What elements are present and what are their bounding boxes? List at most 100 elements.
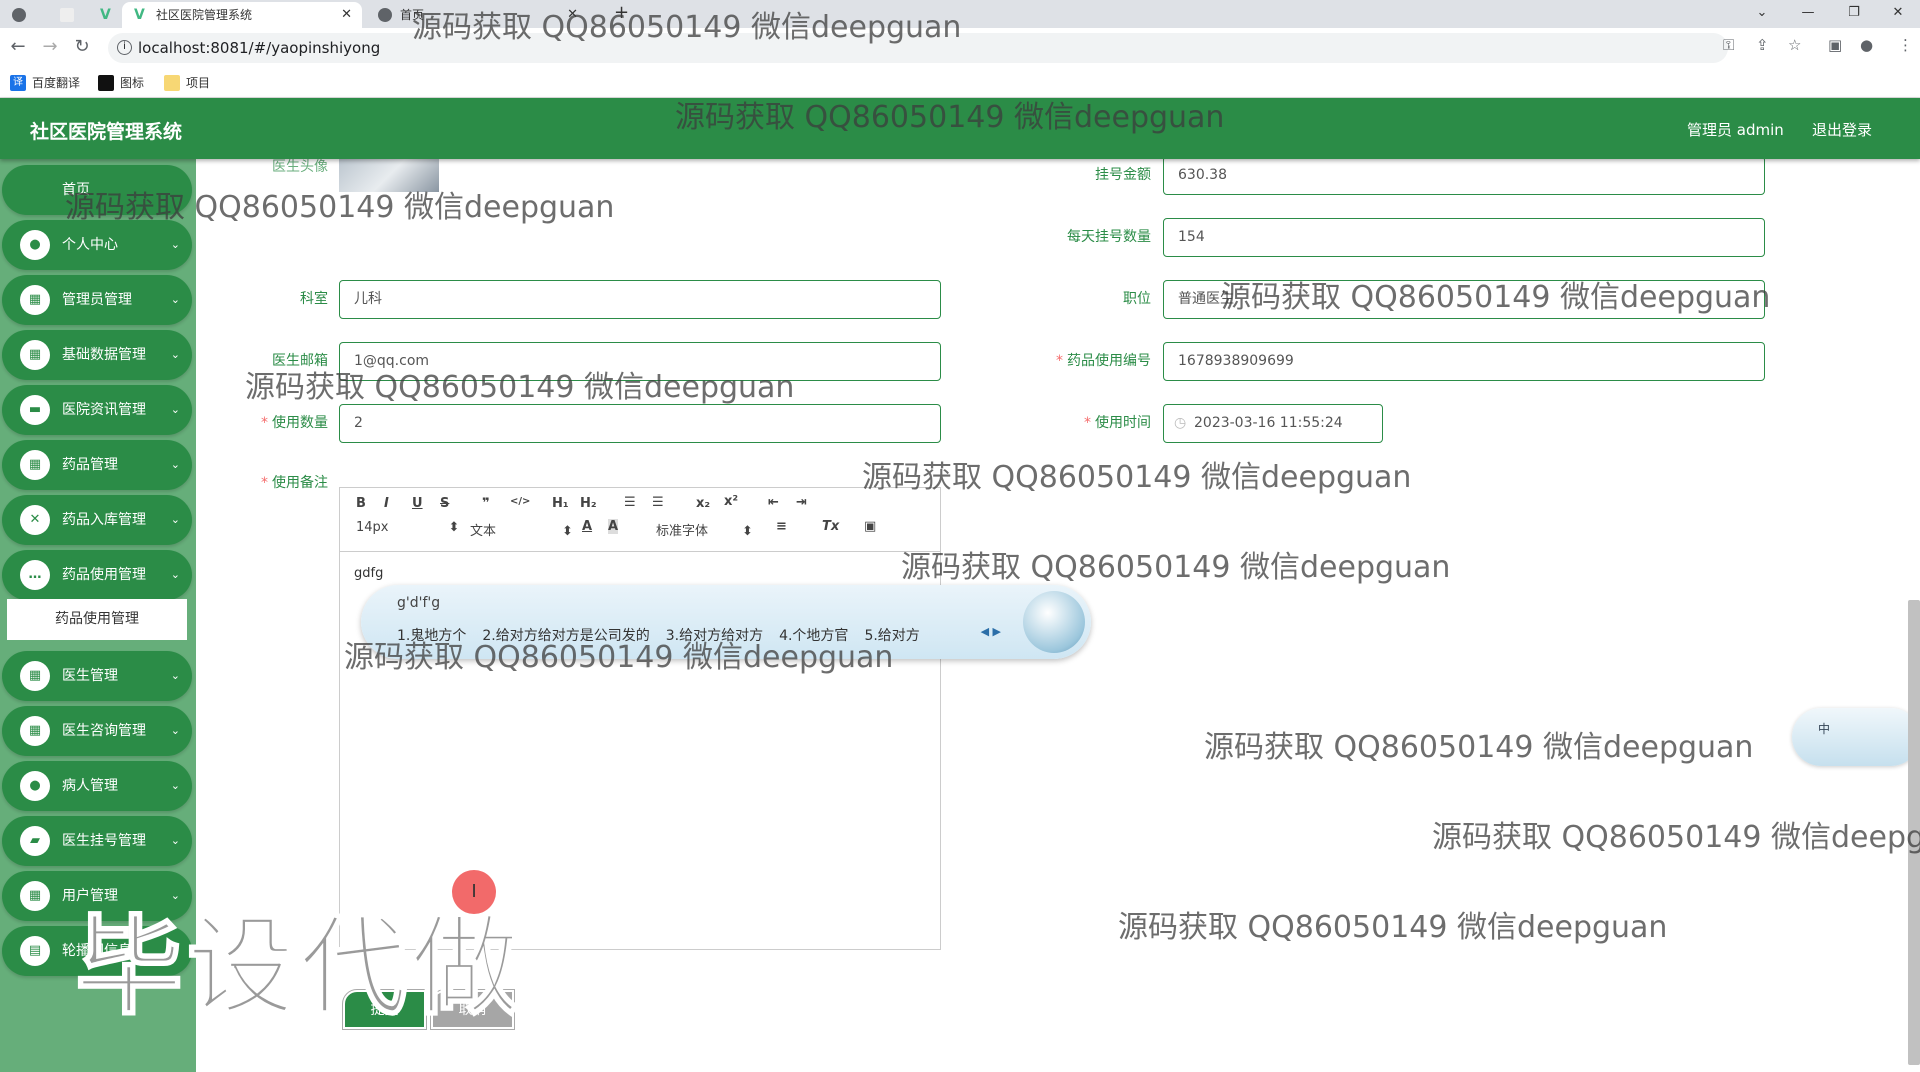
page-scrollbar[interactable] (1908, 600, 1920, 1065)
department-input[interactable]: 儿科 (339, 280, 941, 319)
background-color-icon[interactable]: A (608, 519, 619, 534)
star-icon[interactable]: ☆ (1788, 36, 1801, 54)
sidebar-item[interactable]: ▦ 医生咨询管理 ⌄ (2, 706, 192, 756)
blockquote-icon[interactable]: ❞ (482, 496, 490, 511)
department-label: 科室 (300, 291, 328, 307)
usage-code-input[interactable]: 1678938909699 (1163, 342, 1765, 381)
sidebar-item[interactable]: ▦ 基础数据管理 ⌄ (2, 330, 192, 380)
sidebar-item-label: 首页 (62, 182, 90, 198)
bookmark[interactable]: 译百度翻译 (10, 75, 80, 91)
ordered-list-icon[interactable]: ☰ (624, 495, 636, 510)
underline-icon[interactable]: U (412, 496, 423, 511)
bookmark[interactable]: 图标 (98, 75, 144, 91)
close-window-button[interactable]: ✕ (1876, 0, 1920, 28)
ime-composition: g'd'f'g (397, 595, 441, 611)
ime-orb-icon (1023, 591, 1085, 653)
fee-input[interactable]: 630.38 (1163, 156, 1765, 195)
italic-icon[interactable]: I (384, 496, 389, 511)
usage-time-value: 2023-03-16 11:55:24 (1194, 415, 1343, 431)
code-icon[interactable]: </> (510, 496, 530, 507)
ime-candidate[interactable]: 4.个地方官 (779, 628, 848, 644)
tab-search-icon[interactable]: ⌄ (1740, 0, 1784, 28)
font-color-icon[interactable]: A (582, 519, 592, 534)
vue-icon: V (100, 7, 111, 23)
minimize-button[interactable]: — (1786, 0, 1830, 28)
sidebar-item[interactable]: … 药品使用管理 ⌄ (2, 550, 192, 600)
indent-icon[interactable]: ⇥ (796, 495, 807, 510)
superscript-icon[interactable]: x² (724, 494, 738, 509)
email-label: 医生邮箱 (272, 353, 328, 369)
clock-icon: ◷ (1174, 415, 1187, 431)
h2-icon[interactable]: H₂ (580, 496, 597, 511)
sidebar-item[interactable]: ● 病人管理 ⌄ (2, 761, 192, 811)
tab-home[interactable]: 首页 ✕ (366, 2, 588, 28)
sidebar-item[interactable]: ● 个人中心 ⌄ (2, 220, 192, 270)
align-icon[interactable]: ≡ (776, 519, 787, 534)
bookmark[interactable]: 项目 (164, 75, 210, 91)
url-input[interactable]: i localhost:8081/#/yaopinshiyong (108, 33, 1728, 63)
watermark: 源码获取 QQ86050149 微信deepguan (862, 460, 1412, 495)
profile-icon[interactable]: ● (1860, 36, 1873, 54)
image-icon[interactable]: ▣ (864, 519, 876, 534)
sidebar-item[interactable]: ▦ 医生管理 ⌄ (2, 651, 192, 701)
clear-format-icon[interactable]: Tx (822, 519, 839, 534)
close-tab-icon[interactable]: ✕ (567, 2, 578, 28)
logout-link[interactable]: 退出登录 (1812, 119, 1872, 140)
sidebar-item[interactable]: ✕ 药品入库管理 ⌄ (2, 495, 192, 545)
menu-icon[interactable]: ⋮ (1898, 36, 1913, 54)
sidebar-item[interactable]: ▦ 药品管理 ⌄ (2, 440, 192, 490)
chevron-down-icon: ⌄ (170, 834, 180, 847)
submenu-item-drug-usage[interactable]: 药品使用管理 (7, 599, 187, 640)
key-icon[interactable]: ⚿ (1723, 36, 1734, 54)
grid-icon: ▦ (20, 661, 50, 691)
required-mark: * (1084, 415, 1091, 431)
pinned-tab[interactable] (0, 2, 40, 28)
pinned-tab[interactable]: V (88, 2, 120, 28)
bullet-list-icon[interactable]: ☰ (652, 495, 664, 510)
chevron-down-icon: ⌄ (170, 568, 180, 581)
select-arrow-icon: ⬍ (448, 520, 460, 535)
sidebar-item[interactable]: ▦ 管理员管理 ⌄ (2, 275, 192, 325)
usage-time-picker[interactable]: ◷ 2023-03-16 11:55:24 (1163, 404, 1383, 443)
sidepanel-icon[interactable]: ▣ (1828, 36, 1842, 54)
watermark: 源码获取 QQ86050149 微信deepguan (1432, 820, 1920, 855)
h1-icon[interactable]: H₁ (552, 496, 569, 511)
editor-content[interactable]: gdfg (354, 566, 383, 581)
ime-candidate[interactable]: 5.给对方 (864, 628, 919, 644)
ime-candidate[interactable]: 3.给对方给对方 (666, 628, 763, 644)
tab-active[interactable]: V 社区医院管理系统 ✕ (122, 2, 362, 28)
mouse-cursor-icon: I (452, 870, 496, 914)
restore-button[interactable]: ❐ (1832, 0, 1876, 28)
pinned-tab[interactable] (48, 2, 88, 28)
sidebar-item-label: 医生咨询管理 (62, 723, 146, 739)
email-input[interactable]: 1@qq.com (339, 342, 941, 381)
outdent-icon[interactable]: ⇤ (768, 495, 779, 510)
ime-candidate[interactable]: 2.给对方给对方是公司发的 (482, 628, 649, 644)
quantity-input[interactable]: 2 (339, 404, 941, 443)
close-tab-icon[interactable]: ✕ (341, 2, 352, 28)
watermark: 源码获取 QQ86050149 微信deepguan (1204, 730, 1754, 765)
share-icon[interactable]: ⇪ (1756, 36, 1769, 54)
font-family-select[interactable]: 标准字体 ⬍ (656, 520, 753, 539)
ime-candidate[interactable]: 1.鬼地方个 (397, 628, 466, 644)
new-tab-button[interactable]: + (614, 2, 629, 23)
sidebar-item[interactable]: ▬ 医院资讯管理 ⌄ (2, 385, 192, 435)
sidebar-item-label: 医院资讯管理 (62, 402, 146, 418)
daily-count-input[interactable]: 154 (1163, 218, 1765, 257)
forward-icon[interactable]: → (38, 36, 62, 57)
reload-icon[interactable]: ↻ (70, 36, 94, 57)
bold-icon[interactable]: B (356, 496, 366, 511)
ime-page-arrows-icon[interactable]: ◀ ▶ (981, 625, 1001, 638)
position-input[interactable]: 普通医生 (1163, 280, 1765, 319)
block-format-select[interactable]: 文本 ⬍ (470, 520, 573, 539)
sidebar-item[interactable]: ▰ 医生挂号管理 ⌄ (2, 816, 192, 866)
doctor-avatar-image (339, 159, 439, 192)
back-icon[interactable]: ← (6, 36, 30, 57)
sidebar-item-home[interactable]: 首页 (2, 165, 192, 215)
font-size-select[interactable]: 14px ⬍ (356, 520, 459, 535)
strike-icon[interactable]: S (440, 496, 449, 511)
current-user[interactable]: 管理员 admin (1687, 119, 1784, 140)
bookmark-label: 图标 (120, 76, 145, 90)
subscript-icon[interactable]: x₂ (696, 496, 710, 511)
ime-status-bar[interactable]: 中 (1792, 708, 1920, 766)
